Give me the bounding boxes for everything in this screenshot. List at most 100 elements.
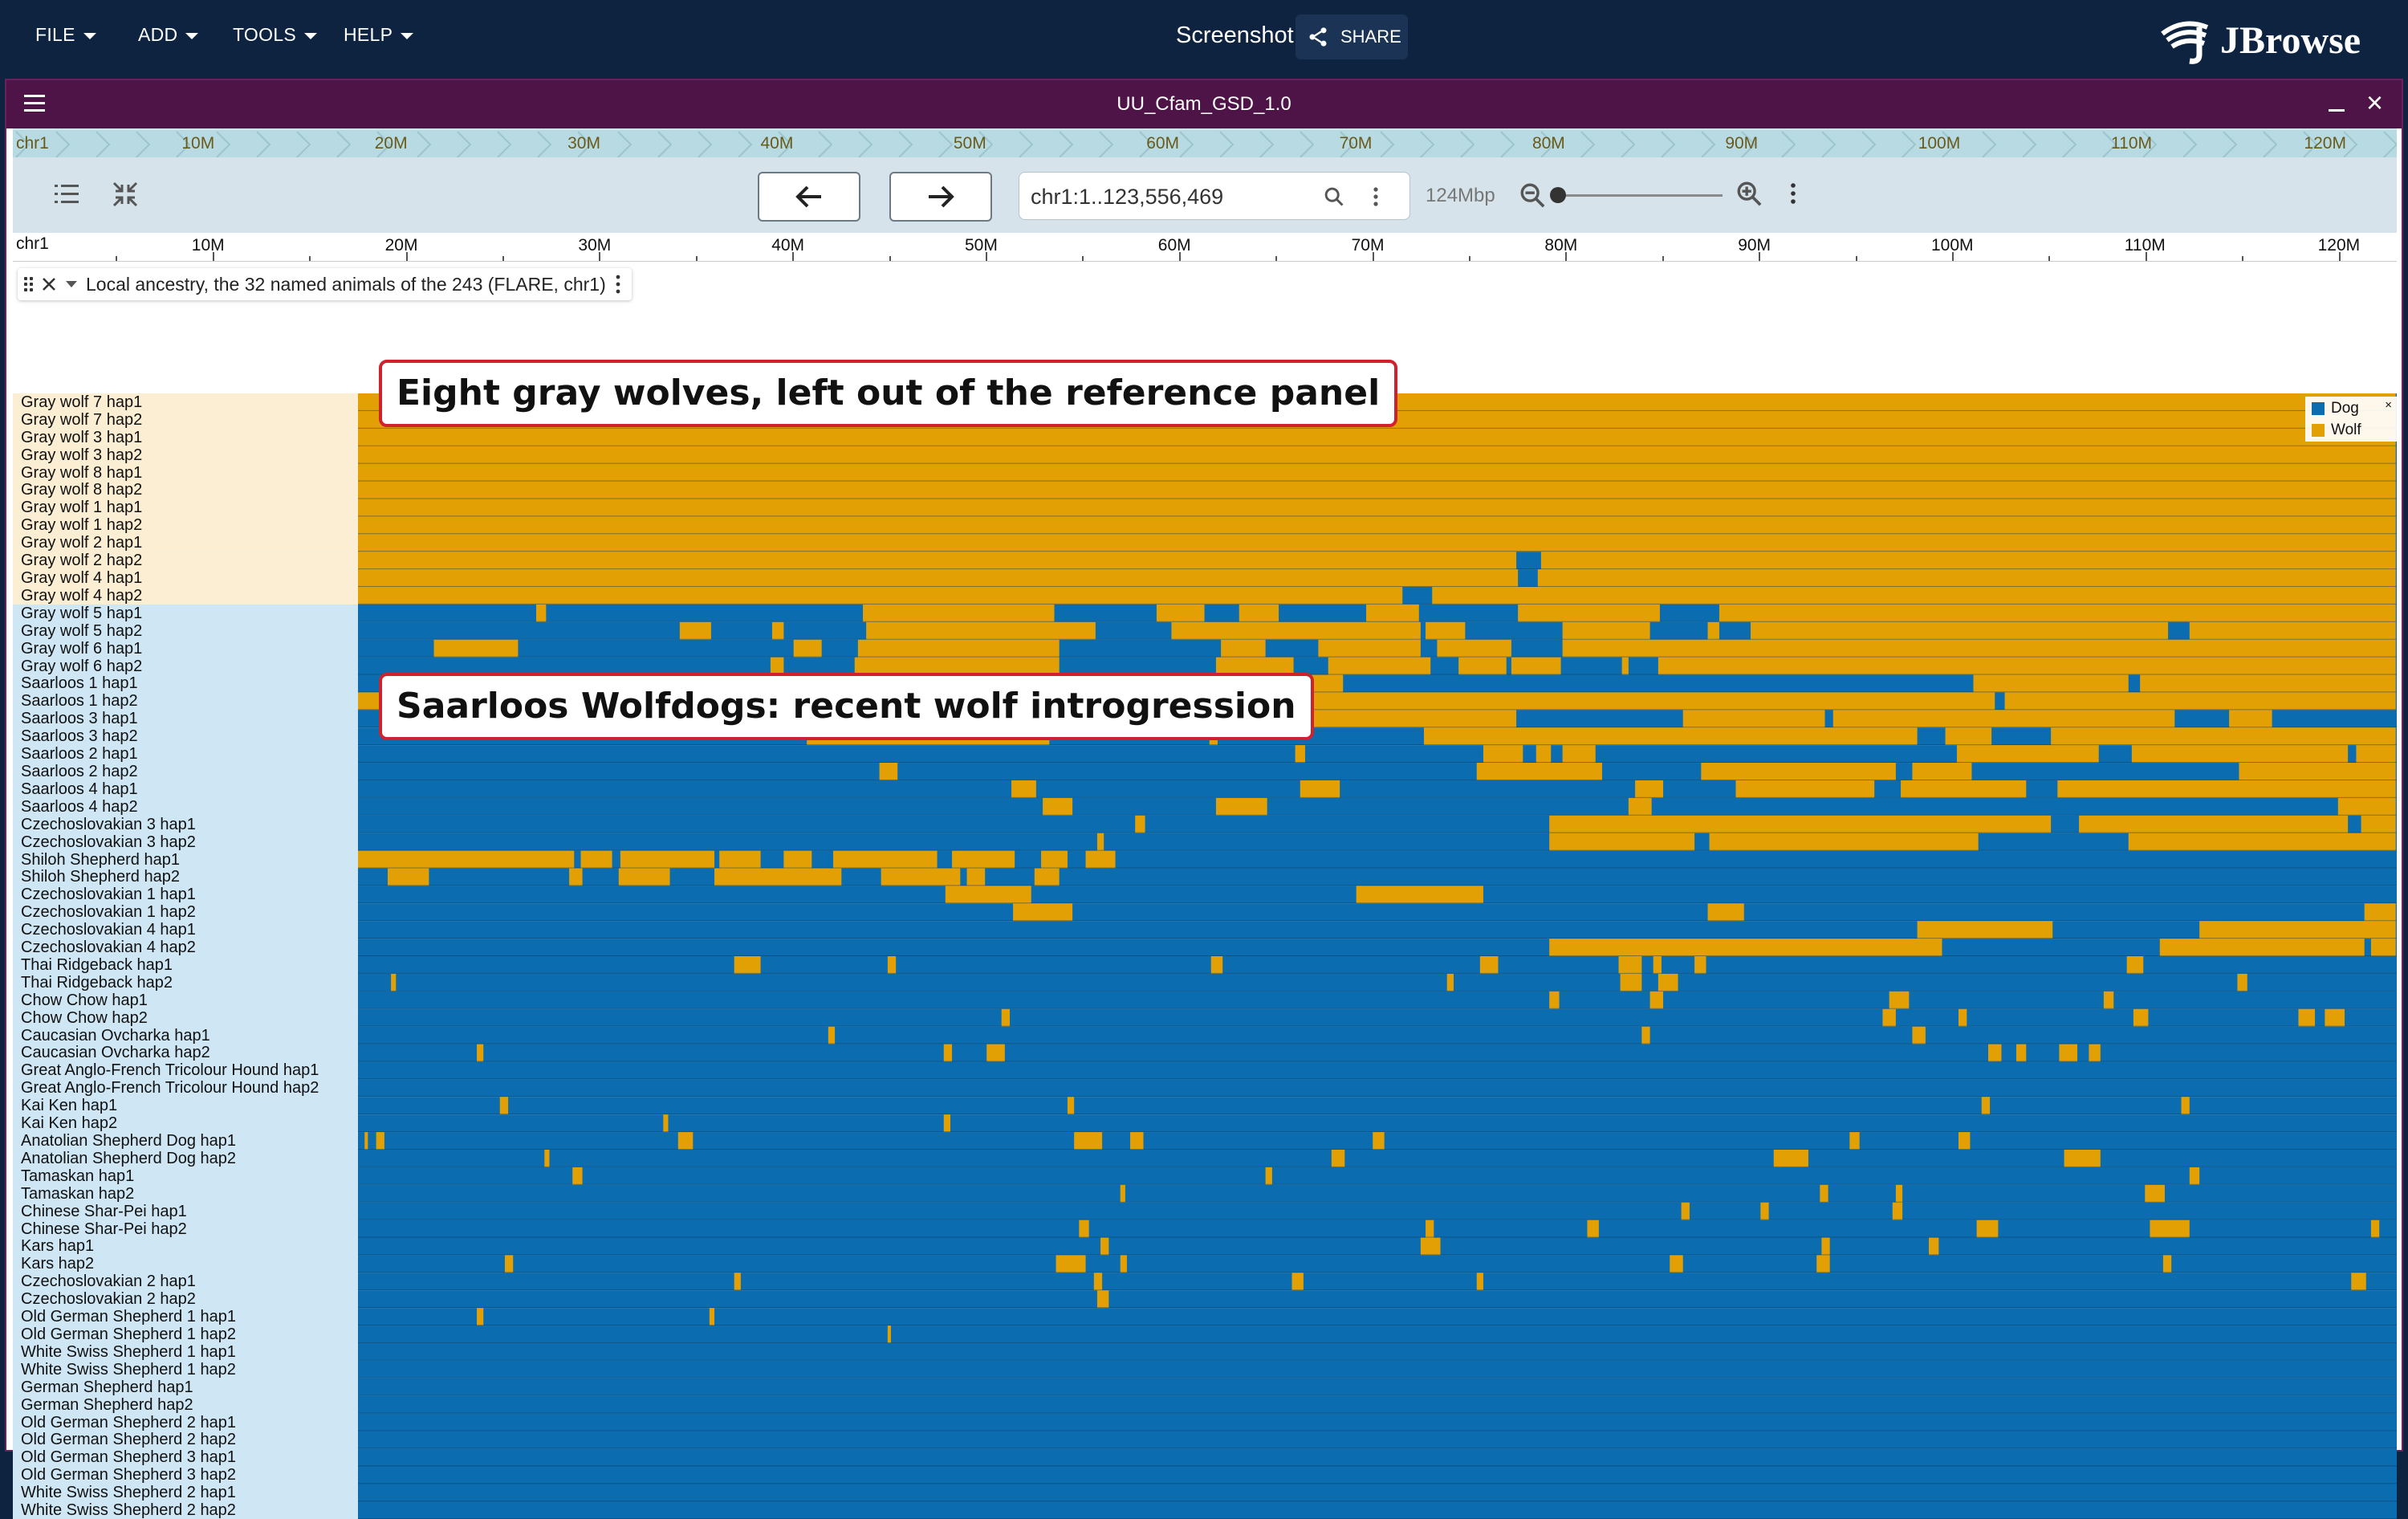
haplotype-row[interactable] [358,1220,2397,1238]
haplotype-row[interactable] [358,745,2397,764]
session-title[interactable]: Screenshot [1176,22,1294,49]
haplotype-row[interactable] [358,1202,2397,1220]
haplotype-row[interactable] [358,481,2397,499]
haplotype-row[interactable] [358,1448,2397,1467]
haplotype-row[interactable] [358,815,2397,833]
haplotype-row[interactable] [358,797,2397,816]
wolf-ancestry-segment [1976,1220,1999,1238]
haplotype-row[interactable] [358,463,2397,482]
haplotype-row[interactable] [358,1431,2397,1449]
haplotype-row[interactable] [358,1273,2397,1291]
haplotype-row[interactable] [358,604,2397,622]
legend-close-icon[interactable]: × [2385,398,2392,412]
haplotype-row[interactable] [358,903,2397,922]
haplotype-row[interactable] [358,446,2397,464]
haplotype-row[interactable] [358,1184,2397,1203]
scale-ruler[interactable]: chr1 10M 20M 30M 40M 50M 60M 70M 80M 90M 100M 110M 1… [13,233,2397,262]
add-menu[interactable]: ADD [138,24,199,46]
haplotype-row[interactable] [358,552,2397,570]
overview-ruler[interactable]: chr1 10M 20M 30M 40M 50M 60M 70M 80M 90M 100M 110M 1… [13,128,2397,157]
haplotype-row[interactable] [358,763,2397,780]
ruler-tick [2048,256,2051,261]
compress-icon[interactable] [111,180,140,209]
haplotype-row[interactable] [358,1132,2397,1150]
file-menu[interactable]: FILE [35,24,96,46]
chevron-down-icon[interactable] [65,279,78,289]
haplotype-row[interactable] [358,1044,2397,1062]
haplotype-row[interactable] [358,1114,2397,1133]
haplotype-row[interactable] [358,1079,2397,1098]
haplotype-row[interactable] [358,1097,2397,1115]
ancestry-track-data[interactable]: Gray wolf 7 hap1 Gray wolf 7 hap2 Gray wol… [13,393,2397,1519]
haplotype-row[interactable] [358,428,2397,446]
more-vert-icon[interactable] [1371,185,1381,208]
view-menu-icon[interactable] [24,95,45,112]
haplotype-row[interactable] [358,973,2397,992]
haplotype-row[interactable] [358,991,2397,1009]
haplotype-row[interactable] [358,1395,2397,1414]
haplotype-row[interactable] [358,1308,2397,1326]
haplotype-row[interactable] [358,1342,2397,1361]
haplotype-row[interactable] [358,1501,2397,1519]
minimize-icon[interactable] [2329,109,2345,112]
forward-button[interactable] [889,172,992,222]
track-selector-icon[interactable] [53,181,82,207]
haplotype-row[interactable] [358,1413,2397,1431]
zoom-slider-track[interactable] [1556,194,1723,197]
haplotype-row[interactable] [358,1167,2397,1185]
haplotype-row[interactable] [358,833,2397,851]
back-button[interactable] [758,172,860,222]
chevron-down-icon [401,33,414,39]
haplotype-row[interactable] [358,1149,2397,1167]
wolf-ancestry-segment [1001,1008,1010,1027]
haplotype-row[interactable] [358,956,2397,974]
zoom-slider-thumb[interactable] [1550,187,1566,203]
view-options-icon[interactable] [1788,181,1798,206]
haplotype-row[interactable] [358,1360,2397,1379]
overview-chevron [2022,131,2037,157]
wolf-ancestry-segment [2059,1044,2078,1062]
haplotype-row[interactable] [358,639,2397,658]
haplotype-row[interactable] [358,1255,2397,1273]
search-icon[interactable] [1323,185,1345,208]
ruler-tick [1759,252,1761,261]
haplotype-row[interactable] [358,1326,2397,1343]
haplotype-row[interactable] [358,1061,2397,1080]
haplotype-row[interactable] [358,534,2397,552]
jbrowse-logo-icon [2161,21,2209,64]
haplotype-row[interactable] [358,1290,2397,1309]
share-button[interactable]: SHARE [1296,14,1408,59]
haplotype-row[interactable] [358,921,2397,939]
overview-chevron [1219,131,1235,157]
zoom-in-icon[interactable] [1735,180,1763,207]
close-icon[interactable]: × [2366,88,2383,117]
haplotype-row[interactable] [358,886,2397,904]
haplotype-row[interactable] [358,868,2397,886]
haplotype-row[interactable] [358,780,2397,798]
haplotype-row[interactable] [358,850,2397,869]
zoom-out-icon[interactable] [1519,181,1546,209]
haplotype-row[interactable] [358,1008,2397,1027]
drag-handle-icon[interactable] [24,277,33,291]
wolf-ancestry-segment [1945,727,1992,746]
haplotype-row[interactable] [358,939,2397,956]
haplotype-row[interactable] [358,1237,2397,1256]
help-menu[interactable]: HELP [344,24,414,46]
haplotype-row[interactable] [358,499,2397,517]
haplotype-row[interactable] [358,1466,2397,1484]
wolf-ancestry-segment [1239,604,1279,622]
haplotype-row[interactable] [358,1026,2397,1045]
haplotype-row[interactable] [358,516,2397,535]
haplotype-row[interactable] [358,586,2397,605]
haplotype-row[interactable] [358,569,2397,587]
wolf-ancestry-segment [943,1044,953,1062]
wolf-ancestry-segment [1300,780,1340,798]
location-input[interactable] [1031,182,1312,211]
haplotype-row[interactable] [358,1484,2397,1502]
tools-menu[interactable]: TOOLS [233,24,318,46]
track-menu-icon[interactable] [614,274,622,295]
close-track-icon[interactable] [41,276,57,292]
haplotype-row[interactable] [358,1378,2397,1396]
dog-ancestry-segment [358,1395,2397,1414]
haplotype-row[interactable] [358,621,2397,640]
